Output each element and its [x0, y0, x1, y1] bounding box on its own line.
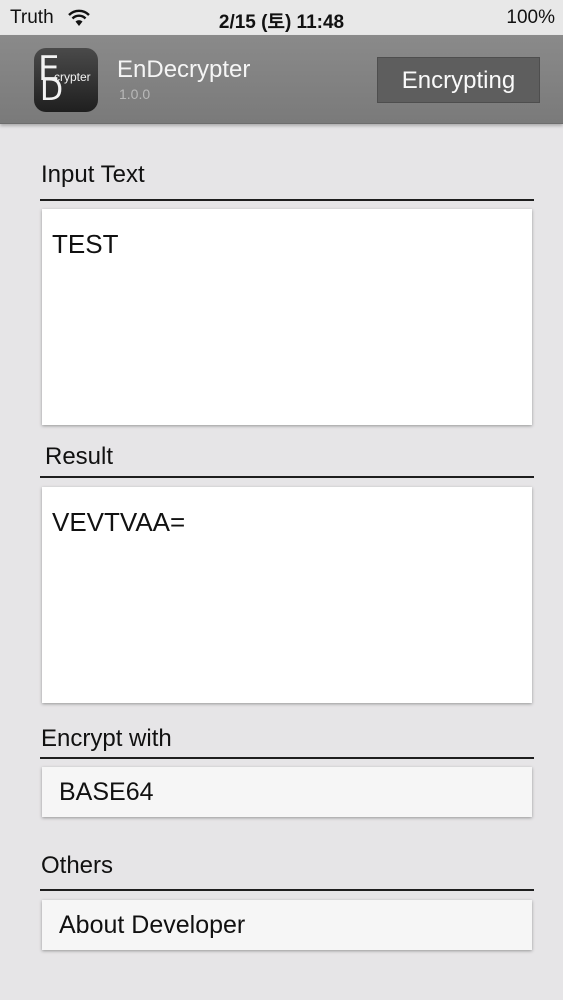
battery-level: 100%	[506, 7, 555, 28]
about-developer-button[interactable]: About Developer	[42, 900, 532, 950]
status-bar: Truth 2/15 (토) 11:48 100%	[0, 0, 563, 35]
others-label: Others	[41, 852, 114, 879]
app-logo: E D crypter	[34, 48, 98, 112]
mode-toggle-button[interactable]: Encrypting	[377, 57, 540, 103]
result-text-area[interactable]: VEVTVAA=	[42, 487, 532, 703]
encryption-method-selector[interactable]: BASE64	[42, 767, 532, 817]
others-divider	[40, 889, 534, 891]
input-text-label: Input Text	[41, 161, 145, 188]
app-title: EnDecrypter	[117, 56, 251, 83]
result-divider	[40, 476, 534, 478]
app-version: 1.0.0	[119, 86, 151, 102]
encrypt-with-divider	[40, 757, 534, 759]
input-text-divider	[40, 199, 534, 201]
status-time: 2/15 (토) 11:48	[218, 12, 345, 33]
encrypt-with-label: Encrypt with	[41, 725, 172, 752]
logo-text: crypter	[54, 70, 91, 84]
result-label: Result	[45, 443, 114, 470]
input-text-area[interactable]: TEST	[42, 209, 532, 425]
